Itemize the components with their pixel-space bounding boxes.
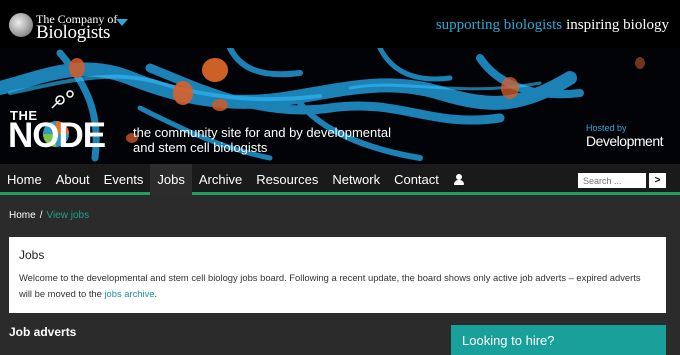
job-adverts-heading: Job adverts bbox=[9, 325, 77, 339]
nav-item-account[interactable] bbox=[446, 164, 472, 195]
breadcrumb-current[interactable]: View jobs bbox=[46, 210, 89, 221]
jobs-intro-text-end: . bbox=[154, 288, 158, 299]
looking-to-hire-box[interactable]: Looking to hire? bbox=[451, 325, 666, 355]
search-input[interactable] bbox=[578, 173, 646, 188]
page-title: Jobs bbox=[19, 248, 45, 262]
jobs-intro-box: Jobs Welcome to the developmental and st… bbox=[9, 237, 666, 313]
nav-item-network[interactable]: Network bbox=[325, 164, 387, 195]
jobs-intro-text: Welcome to the developmental and stem ce… bbox=[19, 270, 656, 302]
nav-item-about[interactable]: About bbox=[49, 164, 97, 195]
user-icon bbox=[453, 174, 464, 186]
jobs-archive-link[interactable]: jobs archive bbox=[104, 288, 154, 299]
nav-item-archive[interactable]: Archive bbox=[192, 164, 249, 195]
hosted-by-development[interactable]: Hosted by Development bbox=[586, 123, 664, 149]
breadcrumb-home-link[interactable]: Home bbox=[9, 210, 36, 221]
node-logo-word: NODE bbox=[8, 116, 106, 155]
nav-item-resources[interactable]: Resources bbox=[249, 164, 325, 195]
tagline-part2: inspiring biology bbox=[566, 17, 669, 33]
site-description: the community site for and by developmen… bbox=[133, 125, 391, 155]
search-submit-button[interactable]: > bbox=[649, 173, 666, 188]
company-of-biologists-logo[interactable]: The Company of Biologists bbox=[9, 10, 129, 43]
top-bar: The Company of Biologists supporting bio… bbox=[0, 0, 680, 48]
nav-item-home[interactable]: Home bbox=[0, 164, 49, 195]
nav-item-contact[interactable]: Contact bbox=[387, 164, 446, 195]
tagline-part1: supporting biologists bbox=[435, 17, 563, 33]
tagline: supporting biologists inspiring biology bbox=[436, 17, 669, 34]
breadcrumb-separator: / bbox=[39, 210, 43, 221]
looking-to-hire-title: Looking to hire? bbox=[462, 333, 555, 348]
breadcrumb: Home / View jobs bbox=[9, 210, 89, 221]
nav-item-jobs[interactable]: Jobs bbox=[150, 164, 192, 195]
hosted-by-label: Hosted by bbox=[586, 123, 627, 133]
development-journal-logo: Development bbox=[586, 133, 664, 149]
chevron-down-icon[interactable] bbox=[116, 19, 128, 26]
cob-emblem-icon bbox=[9, 13, 33, 37]
nav-item-events[interactable]: Events bbox=[97, 164, 151, 195]
header-banner: THE NODE the community site for and by d… bbox=[0, 48, 680, 164]
the-node-logo[interactable]: THE NODE bbox=[8, 103, 133, 155]
cob-logo-line2: Biologists bbox=[36, 22, 111, 43]
